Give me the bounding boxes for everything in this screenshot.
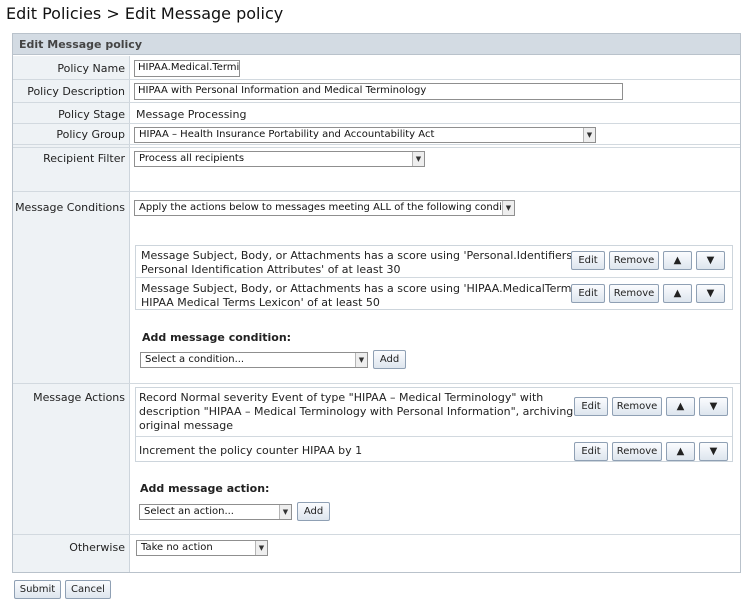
condition-text-line: Message Subject, Body, or Attachments ha… [141, 282, 581, 295]
row-divider [13, 191, 740, 192]
policy-group-label: Policy Group [56, 128, 125, 141]
submit-button[interactable]: Submit [14, 580, 61, 599]
move-up-button[interactable]: ▲ [663, 251, 692, 270]
chevron-down-icon[interactable]: ▼ [583, 128, 595, 142]
policy-name-label: Policy Name [57, 62, 125, 75]
policy-stage-value: Message Processing [136, 108, 247, 121]
arrow-down-icon: ▼ [709, 446, 718, 457]
cancel-button[interactable]: Cancel [65, 580, 111, 599]
chevron-down-icon[interactable]: ▼ [502, 201, 514, 215]
edit-condition-button[interactable]: Edit [571, 284, 605, 303]
chevron-down-icon[interactable]: ▼ [355, 353, 367, 367]
edit-action-button[interactable]: Edit [574, 397, 608, 416]
action-text-line: original message [139, 419, 234, 432]
row-divider [13, 534, 740, 535]
add-condition-select[interactable]: Select a condition... ▼ [140, 352, 368, 368]
move-down-button[interactable]: ▼ [696, 284, 725, 303]
otherwise-select[interactable]: Take no action ▼ [136, 540, 268, 556]
action-text-line: Increment the policy counter HIPAA by 1 [139, 444, 363, 457]
move-down-button[interactable]: ▼ [699, 397, 728, 416]
row-divider [13, 79, 740, 80]
move-up-button[interactable]: ▲ [666, 442, 695, 461]
recipient-filter-select[interactable]: Process all recipients ▼ [134, 151, 425, 167]
edit-policy-panel: Edit Message policy Policy Name HIPAA.Me… [12, 33, 741, 573]
row-divider [13, 147, 740, 148]
arrow-down-icon: ▼ [706, 288, 715, 299]
add-action-select[interactable]: Select an action... ▼ [139, 504, 292, 520]
conditions-mode-selected: Apply the actions below to messages meet… [139, 202, 515, 213]
action-text-line: Record Normal severity Event of type "HI… [139, 391, 544, 404]
move-up-button[interactable]: ▲ [663, 284, 692, 303]
arrow-up-icon: ▲ [676, 446, 685, 457]
message-actions-label: Message Actions [33, 391, 125, 404]
move-down-button[interactable]: ▼ [699, 442, 728, 461]
policy-name-input[interactable]: HIPAA.Medical.Termir [134, 60, 240, 77]
remove-condition-button[interactable]: Remove [609, 284, 659, 303]
policy-group-select[interactable]: HIPAA – Health Insurance Portability and… [134, 127, 596, 143]
add-action-selected: Select an action... [144, 506, 234, 517]
add-condition-selected: Select a condition... [145, 354, 245, 365]
chevron-down-icon[interactable]: ▼ [255, 541, 267, 555]
add-condition-title: Add message condition: [142, 331, 292, 344]
arrow-down-icon: ▼ [706, 255, 715, 266]
policy-group-selected: HIPAA – Health Insurance Portability and… [139, 129, 435, 140]
panel-title: Edit Message policy [13, 34, 740, 55]
condition-text-line: Personal Identification Attributes' of a… [141, 263, 401, 276]
arrow-up-icon: ▲ [673, 255, 682, 266]
condition-text-line: HIPAA Medical Terms Lexicon' of at least… [141, 296, 380, 309]
policy-description-input[interactable]: HIPAA with Personal Information and Medi… [134, 83, 623, 100]
list-divider [136, 436, 732, 437]
recipient-filter-label: Recipient Filter [43, 152, 125, 165]
arrow-up-icon: ▲ [676, 401, 685, 412]
recipient-filter-selected: Process all recipients [139, 153, 245, 164]
remove-action-button[interactable]: Remove [612, 397, 662, 416]
row-divider [13, 383, 740, 384]
chevron-down-icon[interactable]: ▼ [412, 152, 424, 166]
row-divider [13, 102, 740, 103]
move-up-button[interactable]: ▲ [666, 397, 695, 416]
conditions-mode-select[interactable]: Apply the actions below to messages meet… [134, 200, 515, 216]
row-divider [13, 123, 740, 124]
row-divider [13, 144, 740, 145]
chevron-down-icon[interactable]: ▼ [279, 505, 291, 519]
remove-action-button[interactable]: Remove [612, 442, 662, 461]
actions-list: Record Normal severity Event of type "HI… [135, 387, 733, 462]
page-title: Edit Policies > Edit Message policy [6, 4, 284, 23]
otherwise-label: Otherwise [69, 541, 125, 554]
condition-text-line: Message Subject, Body, or Attachments ha… [141, 249, 576, 262]
add-action-button[interactable]: Add [297, 502, 330, 521]
message-conditions-label: Message Conditions [15, 201, 125, 214]
policy-stage-label: Policy Stage [58, 108, 125, 121]
conditions-list: Message Subject, Body, or Attachments ha… [135, 245, 733, 310]
edit-action-button[interactable]: Edit [574, 442, 608, 461]
list-divider [136, 277, 732, 278]
move-down-button[interactable]: ▼ [696, 251, 725, 270]
action-text-line: description "HIPAA – Medical Terminology… [139, 405, 574, 418]
otherwise-selected: Take no action [141, 542, 213, 553]
remove-condition-button[interactable]: Remove [609, 251, 659, 270]
arrow-up-icon: ▲ [673, 288, 682, 299]
policy-description-label: Policy Description [27, 85, 125, 98]
add-action-title: Add message action: [140, 482, 270, 495]
edit-condition-button[interactable]: Edit [571, 251, 605, 270]
arrow-down-icon: ▼ [709, 401, 718, 412]
add-condition-button[interactable]: Add [373, 350, 406, 369]
